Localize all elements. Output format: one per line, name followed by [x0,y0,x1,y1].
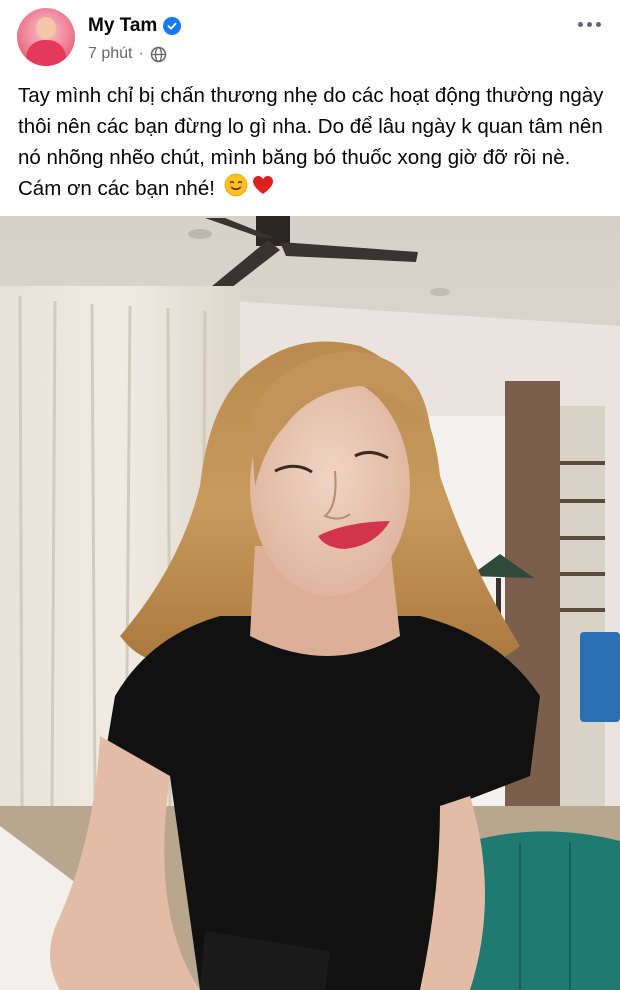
more-options-icon[interactable] [572,14,606,34]
post-body: Tay mình chỉ bị chấn thương nhẹ do các h… [18,84,604,200]
author-name[interactable]: My Tam [88,15,157,37]
post-timestamp[interactable]: 7 phút [88,45,132,63]
post-meta: 7 phút · [88,45,167,63]
facebook-post: My Tam 7 phút · Tay mình chỉ bị chấn thư… [0,0,620,990]
post-photo-image [0,216,620,990]
post-text: Tay mình chỉ bị chấn thương nhẹ do các h… [18,80,608,206]
post-header: My Tam 7 phút · [0,0,620,72]
post-photo[interactable] [0,216,620,990]
red-heart-emoji [251,173,275,206]
author-avatar[interactable] [17,8,75,66]
smiling-face-emoji [224,173,248,206]
verified-badge-icon [163,17,182,35]
globe-icon[interactable] [150,46,167,63]
author-name-row: My Tam [88,15,182,37]
meta-separator: · [138,45,144,62]
